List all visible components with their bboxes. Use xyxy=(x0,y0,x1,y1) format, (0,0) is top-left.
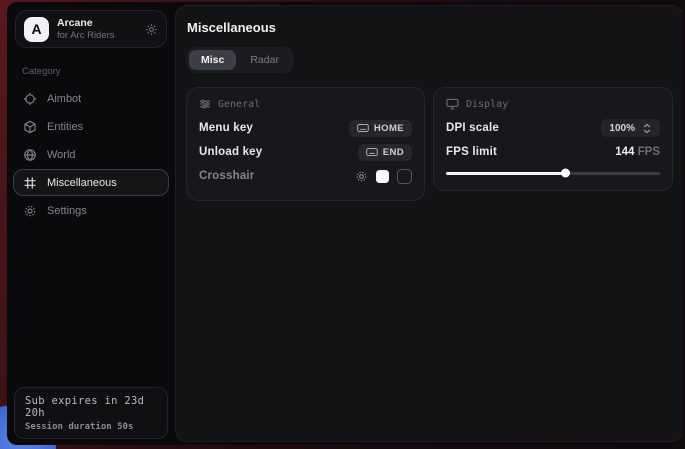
sub-expiry-text: Sub expires in 23d 20h xyxy=(25,395,157,419)
gear-icon xyxy=(23,204,37,218)
unload-key-value: END xyxy=(383,147,404,158)
subscription-card: Sub expires in 23d 20h Session duration … xyxy=(14,387,168,439)
sidebar-item-label: Entities xyxy=(47,121,83,133)
general-card-header: General xyxy=(199,98,412,110)
fps-limit-label: FPS limit xyxy=(446,146,497,158)
grid-icon xyxy=(23,176,37,190)
general-header-label: General xyxy=(218,99,260,110)
sidebar-item-miscellaneous[interactable]: Miscellaneous xyxy=(13,169,169,196)
display-header-label: Display xyxy=(466,99,508,110)
tab-radar[interactable]: Radar xyxy=(238,50,291,70)
sidebar-item-label: Settings xyxy=(47,205,87,217)
sidebar-item-aimbot[interactable]: Aimbot xyxy=(13,85,169,112)
unload-key-label: Unload key xyxy=(199,146,262,158)
display-card-header: Display xyxy=(446,98,660,110)
unload-key-row: Unload key END xyxy=(199,140,412,164)
sidebar-item-entities[interactable]: Entities xyxy=(13,113,169,140)
app-header-card: A Arcane for Arc Riders xyxy=(15,10,167,48)
fps-unit: FPS xyxy=(638,146,660,158)
settings-cards: General Menu key HOME xyxy=(186,87,673,201)
sidebar-item-settings[interactable]: Settings xyxy=(13,197,169,224)
app-subtitle: for Arc Riders xyxy=(57,30,137,41)
slider-track[interactable] xyxy=(446,172,660,175)
fps-number: 144 xyxy=(615,146,634,158)
fps-limit-value: 144 FPS xyxy=(615,146,660,158)
main-panel: Miscellaneous Misc Radar Gene xyxy=(175,5,683,442)
app-name: Arcane xyxy=(57,17,137,30)
slider-thumb[interactable] xyxy=(561,169,570,178)
crosshair-settings-gear-icon[interactable] xyxy=(355,170,368,183)
refresh-gear-icon[interactable] xyxy=(145,23,158,36)
menu-key-value: HOME xyxy=(374,123,404,134)
display-card: Display DPI scale 100% FPS limit xyxy=(433,87,673,191)
cube-icon xyxy=(23,120,37,134)
sidebar-item-label: World xyxy=(47,149,76,161)
crosshair-color-swatch[interactable] xyxy=(376,170,389,183)
tab-bar: Misc Radar xyxy=(186,47,294,73)
fps-limit-row: FPS limit 144 FPS xyxy=(446,140,660,164)
crosshair-checkbox[interactable] xyxy=(397,169,412,184)
menu-key-row: Menu key HOME xyxy=(199,116,412,140)
menu-key-label: Menu key xyxy=(199,122,253,134)
sidebar-nav: Aimbot Entities World xyxy=(7,81,175,228)
slider-fill xyxy=(446,172,566,175)
app-window: A Arcane for Arc Riders Category xyxy=(7,2,683,445)
category-label: Category xyxy=(22,66,175,77)
sidebar-item-label: Miscellaneous xyxy=(47,177,117,189)
session-duration-text: Session duration 50s xyxy=(25,422,157,432)
chevron-up-down-icon xyxy=(642,123,652,134)
sidebar-item-world[interactable]: World xyxy=(13,141,169,168)
app-meta: Arcane for Arc Riders xyxy=(57,17,137,41)
crosshair-row: Crosshair xyxy=(199,164,412,188)
general-card: General Menu key HOME xyxy=(186,87,425,201)
keyboard-icon xyxy=(366,147,378,157)
unload-key-badge[interactable]: END xyxy=(358,144,412,161)
sidebar: A Arcane for Arc Riders Category xyxy=(7,2,175,445)
menu-key-badge[interactable]: HOME xyxy=(349,120,412,137)
sidebar-item-label: Aimbot xyxy=(47,93,81,105)
dpi-scale-select[interactable]: 100% xyxy=(601,119,660,137)
dpi-scale-label: DPI scale xyxy=(446,122,499,134)
keyboard-icon xyxy=(357,123,369,133)
fps-limit-slider[interactable] xyxy=(446,168,660,178)
dpi-scale-row: DPI scale 100% xyxy=(446,116,660,140)
sliders-icon xyxy=(199,98,211,110)
app-logo: A xyxy=(24,17,49,42)
crosshair-controls xyxy=(355,169,412,184)
globe-icon xyxy=(23,148,37,162)
crosshair-label: Crosshair xyxy=(199,170,255,182)
page-title: Miscellaneous xyxy=(187,20,673,35)
monitor-icon xyxy=(446,98,459,110)
dpi-scale-value: 100% xyxy=(609,123,635,134)
crosshair-icon xyxy=(23,92,37,106)
tab-misc[interactable]: Misc xyxy=(189,50,236,70)
